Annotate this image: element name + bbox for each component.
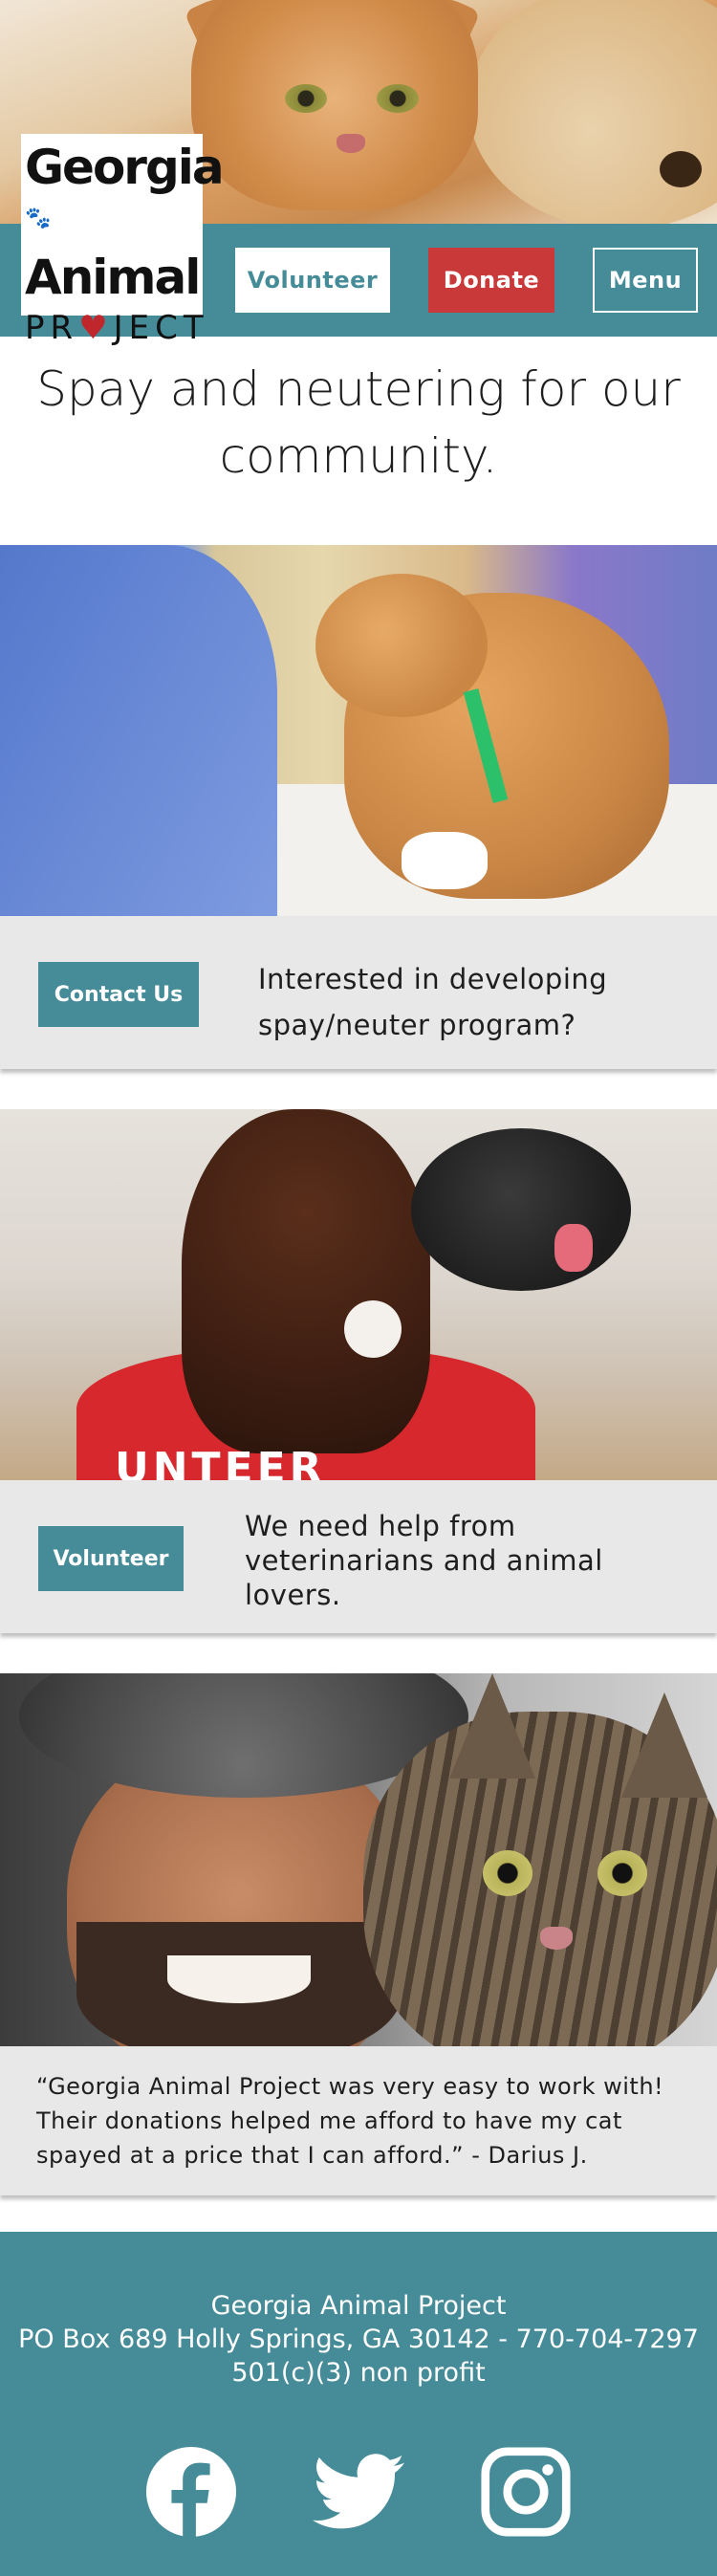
- facebook-icon[interactable]: [143, 2444, 239, 2540]
- volunteer-hugging-dog-photo: UNTEER: [0, 1109, 717, 1480]
- instagram-icon[interactable]: [478, 2444, 574, 2540]
- paw-icon: 🐾: [25, 207, 51, 230]
- testimonial-quote: “Georgia Animal Project was very easy to…: [36, 2073, 664, 2169]
- logo-text-project: PR♥JECT: [25, 308, 209, 347]
- heart-icon: ♥: [78, 308, 114, 347]
- page-tagline: Spay and neutering for our community.: [36, 361, 681, 484]
- site-footer: Georgia Animal Project PO Box 689 Holly …: [0, 2232, 717, 2576]
- twitter-icon[interactable]: [311, 2444, 406, 2540]
- shirt-lettering: UNTEER: [115, 1444, 326, 1480]
- volunteer-callout: Volunteer We need help from veterinarian…: [0, 1480, 717, 1633]
- footer-address: PO Box 689 Holly Springs, GA 30142 - 770…: [18, 2325, 699, 2354]
- contact-callout-text: Interested in developing spay/neuter pro…: [258, 963, 608, 1041]
- testimonial-card: “Georgia Animal Project was very easy to…: [0, 2046, 717, 2195]
- menu-button[interactable]: Menu: [593, 248, 698, 313]
- volunteer-callout-text: We need help from veterinarians and anim…: [245, 1510, 603, 1611]
- donate-button[interactable]: Donate: [428, 248, 554, 313]
- vet-with-puppy-photo: [0, 545, 717, 916]
- volunteer-nav-button[interactable]: Volunteer: [235, 248, 390, 313]
- footer-contact: Georgia Animal Project PO Box 689 Holly …: [0, 2289, 717, 2390]
- site-logo[interactable]: Georgia🐾 Animal PR♥JECT: [21, 134, 225, 347]
- contact-callout: Contact Us Interested in developing spay…: [0, 916, 717, 1069]
- volunteer-button[interactable]: Volunteer: [38, 1526, 184, 1591]
- contact-us-button[interactable]: Contact Us: [38, 962, 199, 1027]
- footer-org-name: Georgia Animal Project: [210, 2291, 507, 2321]
- logo-text-animal: Animal: [25, 249, 201, 305]
- man-with-cat-photo: [0, 1673, 717, 2046]
- logo-text-georgia: Georgia🐾: [25, 140, 225, 230]
- footer-status: 501(c)(3) non profit: [231, 2358, 486, 2388]
